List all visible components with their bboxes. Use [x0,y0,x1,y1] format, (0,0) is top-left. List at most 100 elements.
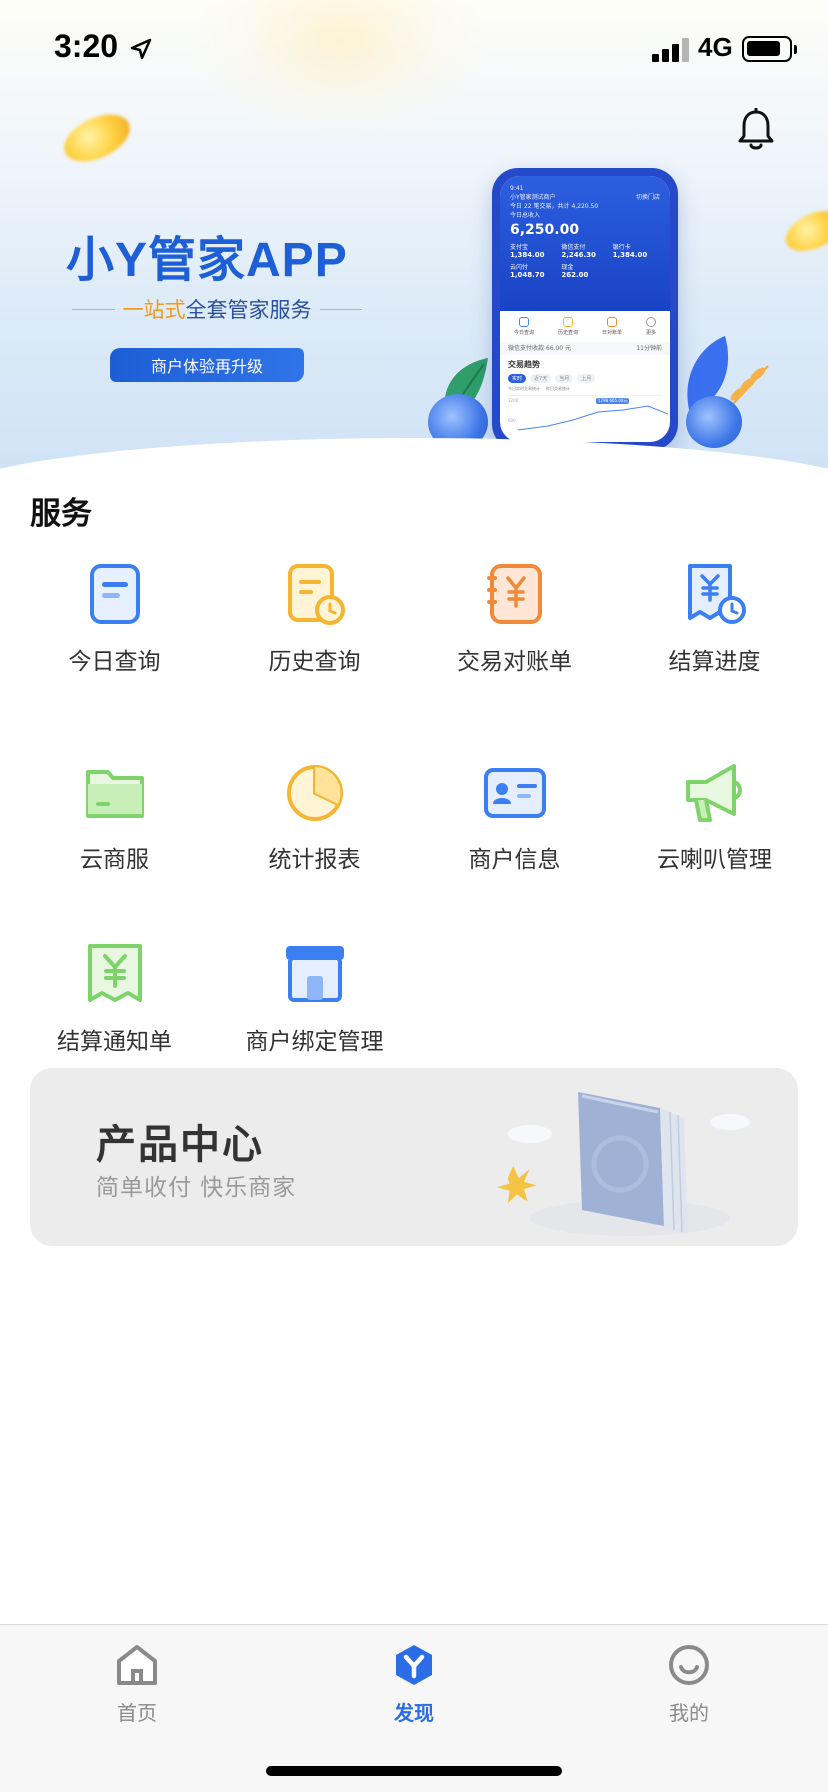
phone-filter: 近7天 [530,374,552,383]
phone-merchant: 小Y管家测试商户 [510,194,556,201]
phone-tab-label: 更多 [645,330,656,336]
mini-icon [606,317,617,327]
phone-tick: 600 [508,418,516,423]
phone-stats-grid: 支付宝 1,384.00 微信支付 2,246.30 银行卡 1,384.00 云闪付… [510,242,660,279]
phone-notice: 微信支付收款 66.00 元 [508,345,571,352]
history-query-icon [280,560,350,630]
service-label: 云商服 [80,847,149,873]
tab-label: 发现 [394,1701,434,1725]
home-icon [115,1643,159,1687]
mini-icon [518,317,529,327]
tab-mine[interactable]: 我的 [629,1643,749,1726]
mini-icon [562,317,573,327]
phone-stat-key: 现金 [561,264,574,271]
service-today-query[interactable]: 今日查询 [11,560,218,676]
phone-switch: 切换门店 [635,194,660,201]
service-label: 结算进度 [668,649,761,675]
service-history-query[interactable]: 历史查询 [211,560,418,676]
service-cloud-merchant[interactable]: 云商服 [11,758,218,874]
phone-tabs: 今日查询 历史查询 日对账单 更多 [500,311,670,342]
discover-icon [392,1643,436,1687]
phone-stat-key: 支付宝 [510,244,529,251]
status-time: 3:20 [54,28,119,64]
status-bar: 3:20 4G [0,0,828,100]
phone-mockup: 9:41 小Y管家测试商户 切换门店 今日 22 笔交易，共计 4,220.50… [492,168,678,450]
bell-icon[interactable] [736,108,776,152]
service-settlement-notice[interactable]: 结算通知单 [11,940,218,1056]
service-merchant-binding[interactable]: 商户绑定管理 [211,940,418,1056]
banner-title: 小Y管家APP [66,234,348,287]
phone-tick: 1200 [508,398,519,403]
phone-section-title: 交易趋势 [508,360,540,369]
phone-today-count: 22 [523,203,532,210]
megaphone-decoration [428,394,488,450]
product-center-subtitle: 简单收付 快乐商家 [96,1175,297,1201]
phone-today-unit: 笔交易，共计 [533,203,570,210]
tab-label: 我的 [669,1701,709,1725]
product-center-title: 产品中心 [96,1122,264,1168]
phone-filter: 上月 [577,374,596,383]
service-label: 商户信息 [468,847,561,873]
settlement-progress-icon [680,560,750,630]
phone-chart-line [518,405,668,431]
tab-label: 首页 [117,1701,157,1725]
phone-tab-label: 历史查询 [557,330,578,336]
home-indicator[interactable] [266,1766,562,1776]
subtitle-rest: 全套管家服务 [185,298,312,322]
mini-icon [645,317,656,327]
banner-subtitle: 一站式全套管家服务 [72,294,362,324]
phone-today-label: 今日 [510,203,523,210]
phone-filter: 实时 [508,374,527,383]
service-label: 今日查询 [68,649,161,675]
service-label: 交易对账单 [457,649,572,675]
phone-stat-value: 1,384.00 [612,251,648,259]
book-icon [497,1092,750,1236]
service-settlement-progress[interactable]: 结算进度 [611,560,818,676]
folder-icon [80,758,150,828]
phone-stat-key: 银行卡 [612,244,631,251]
phone-tab-label: 今日查询 [513,330,534,336]
divider [72,308,115,310]
phone-stat-value: 1,048.70 [510,271,545,279]
subtitle-highlight: 一站式 [122,298,186,322]
services-title: 服务 [30,496,92,532]
phone-screen: 9:41 小Y管家测试商户 切换门店 今日 22 笔交易，共计 4,220.50… [500,176,670,442]
location-arrow-icon [130,38,152,60]
coin-decoration [779,202,828,260]
signal-icon [652,38,692,62]
phone-stat-key: 云闪付 [510,264,529,271]
phone-stat-value: 262.00 [561,271,589,279]
phone-stat-key: 微信支付 [561,244,586,251]
id-card-icon [480,758,550,828]
product-center-card[interactable]: 产品中心 简单收付 快乐商家 [30,1068,798,1246]
phone-stat-value: 2,246.30 [561,251,596,259]
battery-icon [742,36,797,62]
service-statistics[interactable]: 统计报表 [211,758,418,874]
divider [319,308,362,310]
phone-big-amount: 6,250.00 [510,222,580,238]
service-label: 统计报表 [268,847,361,873]
phone-notice-time: 11分钟前 [636,345,662,352]
service-label: 云喇叭管理 [657,847,772,873]
service-label: 商户绑定管理 [245,1029,384,1055]
service-statement[interactable]: 交易对账单 [411,560,618,676]
megaphone-icon [680,758,750,828]
phone-header: 9:41 小Y管家测试商户 切换门店 今日 22 笔交易，共计 4,220.50… [500,176,670,311]
phone-amount-label: 今日总收入 [510,212,541,219]
network-type: 4G [698,32,733,62]
service-cloud-speaker[interactable]: 云喇叭管理 [611,758,818,874]
phone-filter: 当月 [555,374,574,383]
store-box-icon [280,940,350,1010]
phone-legend: 昨日交易统计 [546,386,570,391]
phone-legend: 今日实时交易统计 [508,386,540,391]
coin-decoration [56,105,138,171]
tab-home[interactable]: 首页 [77,1643,197,1726]
today-query-icon [80,560,150,630]
tab-discover[interactable]: 发现 [354,1643,474,1726]
profile-smile-icon [667,1643,711,1687]
banner-pill: 商户体验再升级 [110,348,304,382]
settlement-notice-icon [80,940,150,1010]
phone-tab-label: 日对账单 [601,330,622,336]
service-merchant-info[interactable]: 商户信息 [411,758,618,874]
phone-today-total: 4,220.50 [571,203,599,210]
